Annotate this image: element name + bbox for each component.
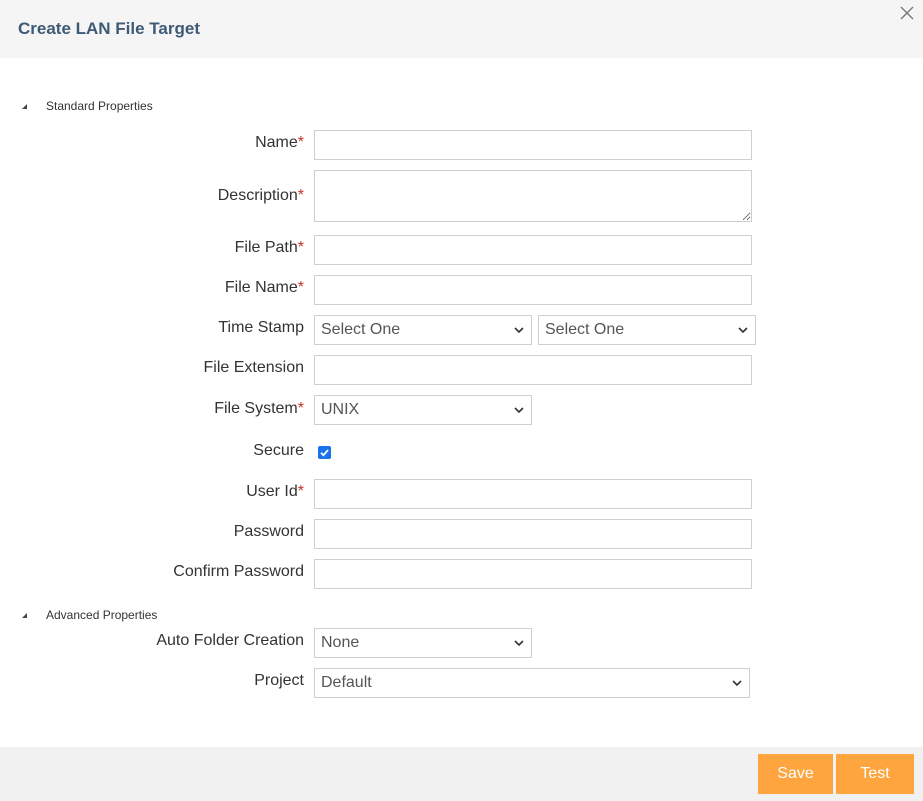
- time-stamp-select-2[interactable]: Select One: [538, 315, 756, 345]
- close-icon[interactable]: [899, 5, 915, 21]
- test-button[interactable]: Test: [836, 754, 914, 794]
- save-button[interactable]: Save: [758, 754, 833, 794]
- file-name-label: File Name*: [224, 279, 304, 296]
- confirm-password-label: Confirm Password: [173, 563, 304, 580]
- dialog-header: Create LAN File Target: [0, 0, 923, 58]
- file-path-input[interactable]: [314, 235, 752, 265]
- advanced-properties-toggle[interactable]: Advanced Properties: [20, 607, 157, 623]
- user-id-label: User Id*: [246, 483, 304, 500]
- auto-folder-creation-select-value: None: [321, 634, 360, 651]
- collapse-triangle-icon: [20, 610, 30, 620]
- project-select[interactable]: Default: [314, 668, 750, 698]
- description-textarea[interactable]: [314, 170, 752, 222]
- time-stamp-label: Time Stamp: [218, 319, 304, 336]
- advanced-properties-label: Advanced Properties: [46, 608, 158, 622]
- chevron-down-icon: [731, 677, 743, 689]
- auto-folder-creation-label: Auto Folder Creation: [156, 632, 304, 649]
- file-extension-label: File Extension: [203, 359, 305, 376]
- auto-folder-creation-select[interactable]: None: [314, 628, 532, 658]
- time-stamp-select-1[interactable]: Select One: [314, 315, 532, 345]
- chevron-down-icon: [737, 324, 749, 336]
- name-input[interactable]: [314, 130, 752, 160]
- secure-checkbox[interactable]: [318, 446, 331, 459]
- file-system-label: File System*: [214, 400, 304, 417]
- standard-properties-label: Standard Properties: [46, 99, 153, 113]
- secure-label: Secure: [253, 442, 304, 459]
- project-select-value: Default: [321, 674, 372, 691]
- name-label: Name*: [255, 134, 304, 151]
- dialog-title: Create LAN File Target: [18, 19, 201, 38]
- time-stamp-select-1-value: Select One: [321, 321, 401, 338]
- collapse-triangle-icon: [20, 101, 30, 111]
- file-extension-input[interactable]: [314, 355, 752, 385]
- file-name-input[interactable]: [314, 275, 752, 305]
- confirm-password-input[interactable]: [314, 559, 752, 589]
- time-stamp-select-2-value: Select One: [545, 321, 625, 338]
- password-label: Password: [233, 523, 304, 540]
- file-path-label: File Path*: [234, 239, 304, 256]
- password-input[interactable]: [314, 519, 752, 549]
- chevron-down-icon: [513, 637, 525, 649]
- file-system-select[interactable]: UNIX: [314, 395, 532, 425]
- chevron-down-icon: [513, 324, 525, 336]
- file-system-select-value: UNIX: [321, 401, 360, 418]
- description-label: Description*: [217, 187, 304, 204]
- project-label: Project: [254, 672, 304, 689]
- user-id-input[interactable]: [314, 479, 752, 509]
- chevron-down-icon: [513, 404, 525, 416]
- standard-properties-toggle[interactable]: Standard Properties: [20, 98, 153, 114]
